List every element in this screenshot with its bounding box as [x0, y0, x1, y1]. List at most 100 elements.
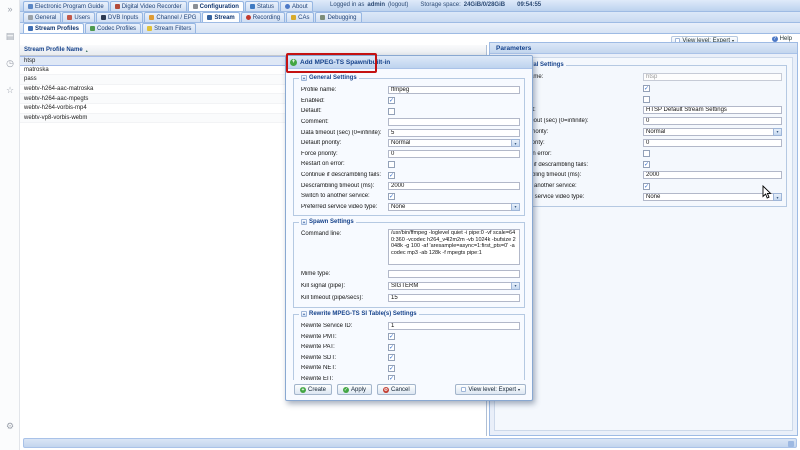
tab-stream-profiles-label: Stream Profiles: [35, 26, 79, 32]
default-priority-combo[interactable]: Normal ▾: [388, 139, 520, 147]
apply-label: Apply: [351, 387, 366, 393]
mime-type-input[interactable]: [388, 270, 520, 278]
kill-signal-value: SIGTERM: [388, 282, 511, 290]
param-preferred-video-value: None: [643, 193, 773, 201]
rewrite-eit-checkbox[interactable]: ✓: [388, 375, 395, 380]
dropdown-arrow-icon[interactable]: ▾: [511, 203, 520, 211]
param-preferred-video-combo[interactable]: None ▾: [643, 193, 782, 201]
bookmark-star-icon[interactable]: ☆: [4, 84, 16, 96]
param-default-priority-combo[interactable]: Normal ▾: [643, 128, 782, 136]
users-icon: [67, 15, 72, 20]
tab-users-label: Users: [74, 15, 90, 21]
param-profile-name-input: htsp: [643, 73, 782, 81]
preferred-video-combo[interactable]: None ▾: [388, 203, 520, 211]
tab-channel-epg-label: Channel / EPG: [156, 15, 196, 21]
pages-icon[interactable]: ▤: [4, 30, 16, 42]
collapse-icon[interactable]: ▴: [301, 311, 307, 317]
param-default-checkbox[interactable]: [643, 96, 650, 103]
stream-icon: [207, 15, 212, 20]
parameters-form: ▴ General Settings Profile name: htsp En…: [494, 57, 793, 431]
tab-dvb-inputs-label: DVB Inputs: [108, 15, 138, 21]
restart-checkbox[interactable]: [388, 161, 395, 168]
storage-label: Storage space:: [420, 2, 460, 8]
tab-recording-label: Recording: [253, 15, 280, 21]
tab-stream-filters[interactable]: Stream Filters: [142, 23, 196, 33]
rewrite-service-id-input[interactable]: 1: [388, 322, 520, 330]
tab-codec-profiles[interactable]: Codec Profiles: [85, 23, 141, 33]
collapse-icon[interactable]: ▴: [301, 219, 307, 225]
rewrite-net-checkbox[interactable]: ✓: [388, 365, 395, 372]
dropdown-arrow-icon[interactable]: ▾: [773, 193, 782, 201]
dialog-view-level-button[interactable]: View level: Expert ▾: [455, 384, 526, 395]
force-priority-input[interactable]: 0: [388, 150, 520, 158]
dvr-icon: [115, 4, 120, 9]
rewrite-pmt-checkbox[interactable]: ✓: [388, 333, 395, 340]
tab-users[interactable]: Users: [62, 12, 95, 22]
enabled-checkbox[interactable]: ✓: [388, 97, 395, 104]
profile-name-input[interactable]: ffmpeg: [388, 86, 520, 94]
continue-descrambling-label: Continue if descrambling fails:: [298, 172, 388, 178]
descrambling-timeout-input[interactable]: 2000: [388, 182, 520, 190]
rewrite-pat-checkbox[interactable]: ✓: [388, 344, 395, 351]
tab-about-label: About: [292, 4, 308, 10]
dialog-rewrite-legend: ▴ Rewrite MPEG-TS SI Table(s) Settings: [299, 311, 419, 317]
tab-about[interactable]: About: [280, 1, 313, 11]
tab-stream-profiles[interactable]: Stream Profiles: [23, 23, 84, 33]
dropdown-arrow-icon[interactable]: ▾: [511, 139, 520, 147]
param-comment-input[interactable]: HTSP Default Stream Settings: [643, 106, 782, 114]
param-data-timeout-input[interactable]: 0: [643, 117, 782, 125]
tab-epg-label: Electronic Program Guide: [35, 4, 104, 10]
stream-tab-bar: Stream Profiles Codec Profiles Stream Fi…: [20, 23, 800, 34]
param-enabled-checkbox[interactable]: ✓: [643, 85, 650, 92]
dialog-titlebar[interactable]: + Add MPEG-TS Spawn/built-in: [286, 56, 532, 69]
command-line-textarea[interactable]: /usr/bin/ffmpeg -loglevel quiet -i pipe:…: [388, 229, 520, 265]
tab-general[interactable]: General: [23, 12, 61, 22]
tab-epg[interactable]: Electronic Program Guide: [23, 1, 109, 11]
tab-dvb-inputs[interactable]: DVB Inputs: [96, 12, 143, 22]
kill-timeout-input[interactable]: 15: [388, 294, 520, 302]
kill-signal-combo[interactable]: SIGTERM ▾: [388, 282, 520, 290]
param-switch-service-checkbox[interactable]: ✓: [643, 183, 650, 190]
tab-configuration[interactable]: Configuration: [188, 1, 244, 11]
tab-recording[interactable]: Recording: [241, 12, 285, 22]
column-title: Stream Profile Name: [24, 47, 83, 53]
settings-gear-icon[interactable]: ⚙: [4, 420, 16, 432]
tab-debugging[interactable]: Debugging: [315, 12, 361, 22]
tab-codec-profiles-label: Codec Profiles: [97, 26, 136, 32]
tab-status[interactable]: Status: [245, 1, 279, 11]
apply-button[interactable]: ✓ Apply: [337, 384, 372, 395]
param-restart-checkbox[interactable]: [643, 150, 650, 157]
rewrite-service-id-label: Rewrite Service ID:: [298, 323, 388, 329]
param-force-priority-input[interactable]: 0: [643, 139, 782, 147]
tab-cas[interactable]: CAs: [286, 12, 314, 22]
dropdown-arrow-icon[interactable]: ▾: [511, 282, 520, 290]
data-timeout-label: Data timeout (sec) (0=infinite):: [298, 130, 388, 136]
param-descrambling-timeout-input[interactable]: 2000: [643, 171, 782, 179]
default-checkbox[interactable]: [388, 108, 395, 115]
params-general-fieldset: ▴ General Settings Profile name: htsp En…: [500, 65, 787, 207]
dropdown-arrow-icon[interactable]: ▾: [773, 128, 782, 136]
rewrite-sdt-checkbox[interactable]: ✓: [388, 354, 395, 361]
codec-icon: [90, 26, 95, 31]
logout-link[interactable]: (logout): [388, 2, 408, 8]
kill-timeout-label: Kill timeout (pipe/secs):: [298, 295, 388, 301]
panel-toggle-icon[interactable]: »: [4, 3, 16, 15]
comment-input[interactable]: [388, 118, 520, 126]
create-button[interactable]: + Create: [294, 384, 332, 395]
param-continue-checkbox[interactable]: ✓: [643, 161, 650, 168]
record-icon: [246, 15, 251, 20]
cancel-button[interactable]: ⊘ Cancel: [377, 384, 416, 395]
tab-stream[interactable]: Stream: [202, 12, 239, 22]
continue-descrambling-checkbox[interactable]: ✓: [388, 172, 395, 179]
history-clock-icon[interactable]: ◷: [4, 57, 16, 69]
switch-service-checkbox[interactable]: ✓: [388, 193, 395, 200]
tab-dvr[interactable]: Digital Video Recorder: [110, 1, 187, 11]
mime-type-label: Mime type:: [298, 271, 388, 277]
sort-asc-icon: ▴: [86, 48, 88, 53]
collapse-icon[interactable]: ▴: [301, 75, 307, 81]
parameters-panel: Parameters ▴ General Settings Profile na…: [489, 42, 798, 436]
data-timeout-input[interactable]: 5: [388, 129, 520, 137]
comment-label: Comment:: [298, 119, 388, 125]
tab-channel-epg[interactable]: Channel / EPG: [144, 12, 201, 22]
info-icon: [285, 4, 290, 9]
